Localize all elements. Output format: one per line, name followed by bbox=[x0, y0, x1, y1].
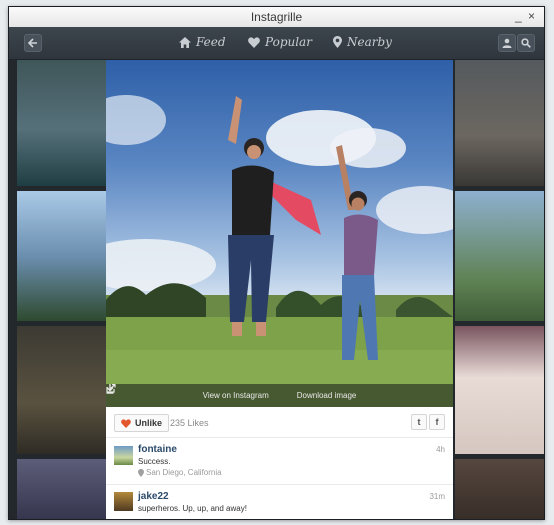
nav-feed[interactable]: Feed bbox=[179, 35, 226, 49]
search-button[interactable] bbox=[517, 34, 535, 52]
avatar[interactable] bbox=[114, 446, 133, 465]
download-image-label: Download image bbox=[296, 391, 357, 400]
featured-photo: View on Instagram Download image bbox=[106, 60, 453, 407]
user-icon bbox=[502, 38, 512, 48]
feed-thumbnail[interactable] bbox=[17, 326, 106, 454]
heart-icon bbox=[248, 36, 260, 48]
location-pin-icon bbox=[138, 468, 144, 477]
unlike-label: Unlike bbox=[135, 418, 163, 428]
feed-thumbnail[interactable] bbox=[455, 60, 544, 186]
feed-thumbnail[interactable] bbox=[17, 191, 106, 321]
nav-popular[interactable]: Popular bbox=[248, 35, 312, 49]
home-icon bbox=[179, 36, 191, 48]
avatar[interactable] bbox=[114, 492, 133, 511]
comment-time: 4h bbox=[436, 445, 445, 454]
nav-nearby[interactable]: Nearby bbox=[333, 35, 392, 49]
nav-popular-label: Popular bbox=[265, 35, 312, 49]
view-on-instagram-link[interactable]: View on Instagram bbox=[106, 384, 269, 400]
comment-location-label: San Diego, California bbox=[146, 468, 222, 477]
unlike-button[interactable]: Unlike bbox=[114, 414, 170, 432]
feed-thumbnail[interactable] bbox=[455, 459, 544, 519]
comment-username[interactable]: jake22 bbox=[138, 491, 169, 502]
close-button[interactable]: × bbox=[528, 9, 535, 23]
minimize-button[interactable]: _ bbox=[515, 9, 522, 23]
comment-location: San Diego, California bbox=[138, 468, 222, 477]
photo-actions-bar: View on Instagram Download image bbox=[106, 384, 453, 407]
view-on-instagram-label: View on Instagram bbox=[202, 391, 269, 400]
back-button[interactable] bbox=[24, 34, 42, 52]
likes-count: 235 Likes bbox=[170, 418, 209, 428]
feed-thumbnail[interactable] bbox=[17, 60, 106, 186]
nav-nearby-label: Nearby bbox=[347, 35, 392, 49]
share-facebook-button[interactable]: f bbox=[429, 414, 445, 430]
comment-item: jake22 superheros. Up, up, and away! 31m bbox=[106, 484, 453, 519]
search-icon bbox=[521, 38, 531, 48]
comment-item: fontaine Success. San Diego, California … bbox=[106, 437, 453, 483]
comment-text: superheros. Up, up, and away! bbox=[138, 504, 247, 513]
heart-icon bbox=[121, 418, 131, 428]
app-window: Instagrille _ × Feed Popular Nearby View… bbox=[8, 6, 545, 520]
feed-area: View on Instagram Download image Unlike … bbox=[9, 60, 544, 519]
feed-thumbnail[interactable] bbox=[455, 191, 544, 321]
photo-illustration bbox=[106, 95, 453, 407]
toolbar: Feed Popular Nearby bbox=[9, 27, 544, 60]
comment-text: Success. bbox=[138, 457, 171, 466]
feed-thumbnail[interactable] bbox=[455, 326, 544, 454]
feed-thumbnail[interactable] bbox=[17, 459, 106, 519]
comment-time: 31m bbox=[429, 492, 445, 501]
nav-feed-label: Feed bbox=[196, 35, 226, 49]
download-icon bbox=[106, 384, 114, 394]
post-details: Unlike 235 Likes t f fontaine Success. S… bbox=[106, 407, 453, 519]
title-bar: Instagrille _ × bbox=[9, 7, 544, 28]
share-twitter-button[interactable]: t bbox=[411, 414, 427, 430]
location-pin-icon bbox=[333, 36, 342, 48]
profile-button[interactable] bbox=[498, 34, 516, 52]
download-image-link[interactable]: Download image bbox=[106, 384, 357, 400]
window-title: Instagrille bbox=[250, 10, 303, 24]
comment-username[interactable]: fontaine bbox=[138, 444, 177, 455]
back-arrow-icon bbox=[28, 38, 37, 48]
